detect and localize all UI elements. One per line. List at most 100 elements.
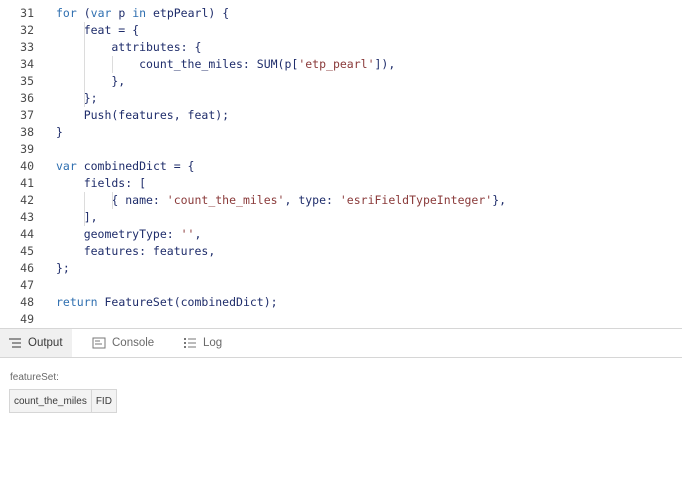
code-token: var — [90, 6, 112, 20]
output-icon — [8, 337, 22, 349]
code-token: Push(features, feat); — [56, 108, 230, 122]
code-token: attributes: { — [56, 40, 202, 54]
code-line[interactable]: 39 — [0, 141, 682, 158]
code-line[interactable]: 35 }, — [0, 73, 682, 90]
code-token: 'count_the_miles' — [166, 193, 285, 207]
code-line[interactable]: 49 — [0, 311, 682, 328]
code-token: 'etp_pearl' — [298, 57, 375, 71]
code-token: p — [111, 6, 133, 20]
code-token: fields: [ — [56, 176, 147, 190]
code-line[interactable]: 40 var combinedDict = { — [0, 158, 682, 175]
code-line[interactable]: 31 for (var p in etpPearl) { — [0, 5, 682, 22]
tab-log[interactable]: Log — [175, 329, 235, 357]
code-line[interactable]: 47 — [0, 277, 682, 294]
output-panel: featureSet: — [0, 358, 682, 491]
log-icon — [183, 337, 197, 349]
featureset-label: featureSet: — [10, 372, 59, 383]
code-line[interactable]: 45 features: features, — [0, 243, 682, 260]
code-line[interactable]: 38} — [0, 124, 682, 141]
line-number: 33 — [20, 40, 34, 54]
code-token: for — [56, 6, 77, 20]
line-number: 49 — [20, 312, 34, 326]
line-number: 48 — [20, 295, 34, 309]
code-text: var combinedDict = { — [56, 158, 194, 175]
line-number: 39 — [20, 142, 34, 156]
code-text: attributes: { — [56, 39, 201, 56]
code-token: count_the_miles: SUM(p[ — [56, 57, 299, 71]
line-number: 37 — [20, 108, 34, 122]
line-number: 38 — [20, 125, 34, 139]
code-token: ) { — [208, 6, 230, 20]
line-number: 47 — [20, 278, 34, 292]
tab-log-label: Log — [203, 337, 223, 349]
table-row: count_the_miles FID — [9, 389, 117, 413]
code-line[interactable]: 42 { name: 'count_the_miles', type: 'esr… — [0, 192, 682, 209]
code-line[interactable]: 41 fields: [ — [0, 175, 682, 192]
line-number: 46 — [20, 261, 34, 275]
code-token: etpPearl — [146, 6, 209, 20]
code-text: return FeatureSet(combinedDict); — [56, 294, 278, 311]
code-text: geometryType: '', — [56, 226, 202, 243]
code-text: } — [56, 124, 63, 141]
code-editor[interactable]: 31 for (var p in etpPearl) {32 feat = {33… — [0, 0, 682, 328]
code-token: , — [194, 227, 202, 241]
code-token: geometryType: — [56, 227, 181, 241]
line-number: 36 — [20, 91, 34, 105]
tab-output-label: Output — [28, 337, 63, 349]
code-text: }; — [56, 260, 70, 277]
code-line[interactable]: 46}; — [0, 260, 682, 277]
code-token: features: features, — [56, 244, 216, 258]
featureset-fields-table: count_the_miles FID — [9, 389, 117, 413]
code-token: , type: — [284, 193, 340, 207]
results-tab-bar: Output Console Log — [0, 328, 682, 358]
code-token: feat = { — [56, 23, 140, 37]
line-number: 40 — [20, 159, 34, 173]
code-text: }, — [56, 73, 125, 90]
code-token: }, — [492, 193, 507, 207]
code-token: '' — [180, 227, 195, 241]
code-token: return — [56, 295, 98, 309]
code-token: }; — [56, 261, 70, 275]
code-line[interactable]: 36 }; — [0, 90, 682, 107]
line-number: 32 — [20, 23, 34, 37]
field-header-count-the-miles: count_the_miles — [9, 389, 92, 413]
code-text: { name: 'count_the_miles', type: 'esriFi… — [56, 192, 506, 209]
line-number: 41 — [20, 176, 34, 190]
code-line[interactable]: 48 return FeatureSet(combinedDict); — [0, 294, 682, 311]
line-number: 45 — [20, 244, 34, 258]
code-token: ( — [76, 6, 91, 20]
code-token: FeatureSet(combinedDict); — [97, 295, 278, 309]
line-number: 42 — [20, 193, 34, 207]
line-number: 31 — [20, 6, 34, 20]
code-line[interactable]: 44 geometryType: '', — [0, 226, 682, 243]
code-text: for (var p in etpPearl) { — [56, 5, 229, 22]
tab-console-label: Console — [112, 337, 155, 349]
code-text: Push(features, feat); — [56, 107, 229, 124]
code-text: ], — [56, 209, 98, 226]
code-token: }, — [56, 74, 126, 88]
line-number: 34 — [20, 57, 34, 71]
tab-output[interactable]: Output — [0, 329, 72, 357]
code-line[interactable]: 43 ], — [0, 209, 682, 226]
indent-guide — [112, 56, 113, 73]
code-token: ]), — [374, 57, 396, 71]
code-line[interactable]: 34 count_the_miles: SUM(p['etp_pearl']), — [0, 56, 682, 73]
code-line[interactable]: 37 Push(features, feat); — [0, 107, 682, 124]
code-text: feat = { — [56, 22, 139, 39]
code-token: 'esriFieldTypeInteger' — [339, 193, 493, 207]
code-text: count_the_miles: SUM(p['etp_pearl']), — [56, 56, 395, 73]
code-token: in — [132, 6, 147, 20]
tab-console[interactable]: Console — [84, 329, 164, 357]
code-text: fields: [ — [56, 175, 146, 192]
indent-guide — [84, 22, 85, 107]
code-token: }; — [56, 91, 98, 105]
line-number: 35 — [20, 74, 34, 88]
code-text: }; — [56, 90, 98, 107]
code-line[interactable]: 33 attributes: { — [0, 39, 682, 56]
indent-guide — [84, 192, 85, 226]
code-line[interactable]: 32 feat = { — [0, 22, 682, 39]
console-icon — [92, 337, 106, 349]
code-text: features: features, — [56, 243, 216, 260]
code-token: var — [56, 159, 77, 173]
line-number: 44 — [20, 227, 34, 241]
